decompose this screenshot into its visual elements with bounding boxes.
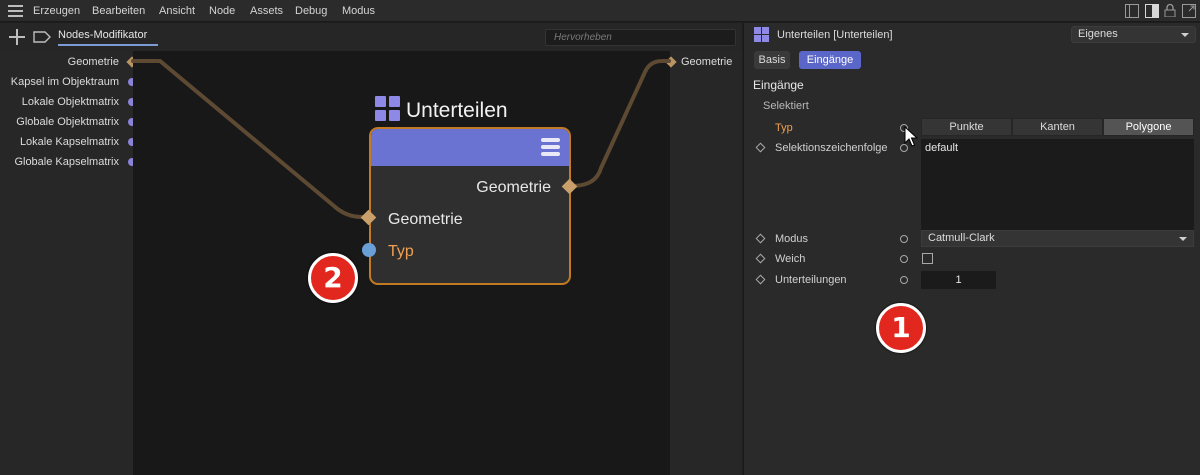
subsection-title: Selektiert xyxy=(763,100,809,112)
modus-port-circle[interactable] xyxy=(900,235,908,243)
node-output-label: Geometrie xyxy=(476,179,551,196)
modus-dropdown-value: Catmull-Clark xyxy=(928,232,995,244)
node-title: Unterteilen xyxy=(406,99,508,122)
node-header[interactable] xyxy=(371,129,569,166)
chevron-down-icon xyxy=(1181,33,1189,37)
node-typ-input-port[interactable] xyxy=(362,243,376,257)
subdivide-object-icon xyxy=(754,27,769,42)
unterteilungen-port-circle[interactable] xyxy=(900,276,908,284)
modus-keyframe-diamond[interactable] xyxy=(755,233,766,244)
mouse-cursor-icon xyxy=(904,126,919,147)
node-input-geometry-label: Geometrie xyxy=(388,211,463,228)
typ-label: Typ xyxy=(775,122,793,134)
selection-keyframe-diamond[interactable] xyxy=(755,142,766,153)
callout-badge-1: 1 xyxy=(876,303,926,353)
selection-string-field[interactable]: default xyxy=(921,139,1194,230)
weich-port-circle[interactable] xyxy=(900,255,908,263)
typ-option-kanten[interactable]: Kanten xyxy=(1012,118,1103,136)
typ-option-punkte[interactable]: Punkte xyxy=(921,118,1012,136)
preset-dropdown-value: Eigenes xyxy=(1078,28,1118,40)
preset-dropdown[interactable]: Eigenes xyxy=(1071,26,1196,43)
unterteilungen-label: Unterteilungen xyxy=(775,274,847,286)
typ-option-polygone[interactable]: Polygone xyxy=(1103,118,1194,136)
node-menu-icon[interactable] xyxy=(541,138,560,156)
section-title: Eingänge xyxy=(753,78,804,92)
tab-eingaenge[interactable]: Eingänge xyxy=(799,51,861,69)
weich-keyframe-diamond[interactable] xyxy=(755,253,766,264)
selektion-label: Selektionszeichenfolge xyxy=(775,142,888,154)
modus-label: Modus xyxy=(775,233,809,245)
modus-dropdown[interactable]: Catmull-Clark xyxy=(921,230,1194,247)
tab-basis[interactable]: Basis xyxy=(754,51,790,69)
node-input-typ-label: Typ xyxy=(388,243,414,260)
weich-checkbox[interactable] xyxy=(922,253,933,264)
subdivide-node-icon xyxy=(375,96,400,121)
subdivide-node[interactable]: Geometrie Geometrie Typ xyxy=(369,127,571,285)
attribute-title: Unterteilen [Unterteilen] xyxy=(777,29,893,41)
attribute-manager: Unterteilen [Unterteilen] Eigenes Basis … xyxy=(743,23,1200,475)
chevron-down-icon xyxy=(1179,237,1187,241)
unterteilungen-number-field[interactable]: 1 xyxy=(921,271,996,289)
weich-label: Weich xyxy=(775,253,806,265)
unterteilungen-keyframe-diamond[interactable] xyxy=(755,274,766,285)
callout-badge-2: 2 xyxy=(308,253,358,303)
